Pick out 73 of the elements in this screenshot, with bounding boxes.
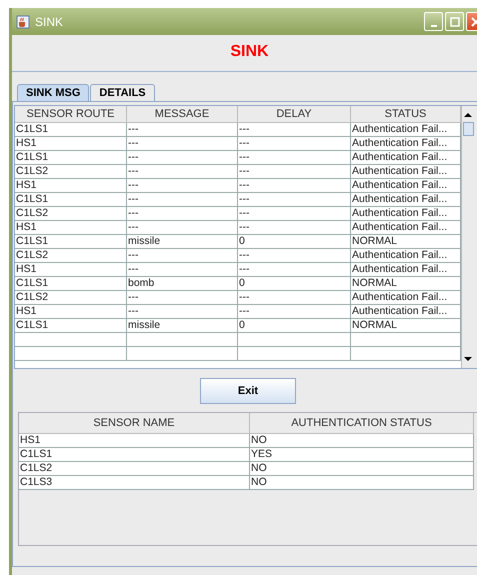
table-cell: ---: [127, 137, 238, 151]
tab[interactable]: SINK MSG: [17, 84, 90, 101]
table-cell: 0: [238, 319, 351, 333]
coffee-cup-icon: [16, 14, 30, 28]
table-cell: C1LS2: [19, 462, 250, 476]
table-cell: ---: [238, 165, 351, 179]
table-cell: C1LS2: [15, 165, 127, 179]
table-cell: ---: [238, 137, 351, 151]
table-cell: C1LS2: [15, 207, 127, 221]
table-cell: missile: [127, 235, 238, 249]
table-cell: ---: [127, 179, 238, 193]
table-cell: ---: [238, 221, 351, 235]
table-cell: 0: [238, 277, 351, 291]
column-header[interactable]: SENSOR NAME: [19, 413, 250, 434]
column-header[interactable]: DELAY: [238, 106, 351, 123]
table-cell: C1LS3: [19, 476, 250, 490]
table-cell: HS1: [19, 434, 250, 448]
maximize-button[interactable]: [445, 12, 464, 31]
column-header[interactable]: STATUS: [351, 106, 461, 123]
maximize-icon: [450, 16, 460, 26]
table-cell: C1LS2: [15, 291, 127, 305]
scroll-up-icon[interactable]: [464, 112, 472, 118]
window-title: SINK: [35, 14, 64, 28]
table-cell: HS1: [15, 263, 127, 277]
column-header[interactable]: SENSOR ROUTE: [15, 106, 127, 123]
table-cell: C1LS1: [19, 448, 250, 462]
scrollbar[interactable]: [461, 106, 474, 368]
exit-button[interactable]: Exit: [200, 378, 296, 404]
minimize-button[interactable]: [424, 12, 443, 31]
scroll-down-icon[interactable]: [464, 356, 472, 362]
scroll-thumb[interactable]: [462, 122, 474, 136]
table-cell: ---: [127, 305, 238, 319]
table-cell: 0: [238, 235, 351, 249]
table-cell: ---: [238, 291, 351, 305]
heading: SINK: [12, 35, 477, 72]
table-cell: C1LS1: [15, 151, 127, 165]
table-cell: bomb: [127, 277, 238, 291]
table-cell: ---: [127, 221, 238, 235]
table-cell: ---: [127, 249, 238, 263]
table-cell: ---: [127, 263, 238, 277]
table-cell: ---: [127, 207, 238, 221]
table-cell: HS1: [15, 221, 127, 235]
table-cell: C1LS1: [15, 123, 127, 137]
table-cell: HS1: [15, 305, 127, 319]
table-cell: C1LS1: [15, 193, 127, 207]
table-cell: ---: [127, 165, 238, 179]
table-cell: ---: [238, 207, 351, 221]
column-header[interactable]: AUTHENTICATION STATUS: [250, 413, 474, 434]
table-cell: ---: [238, 193, 351, 207]
table-cell: missile: [127, 319, 238, 333]
minimize-icon: [430, 24, 436, 26]
column-header[interactable]: MESSAGE: [127, 106, 238, 123]
table-cell: ---: [238, 305, 351, 319]
table-cell: YES: [250, 448, 474, 462]
table-cell: NO: [250, 476, 474, 490]
table-cell: C1LS1: [15, 235, 127, 249]
table-cell: ---: [127, 193, 238, 207]
table-cell: ---: [238, 263, 351, 277]
table-cell: C1LS1: [15, 319, 127, 333]
table-cell: C1LS2: [15, 249, 127, 263]
table-cell: ---: [127, 123, 238, 137]
table-cell: ---: [238, 123, 351, 137]
table-cell: NO: [250, 434, 474, 448]
table-cell: ---: [238, 151, 351, 165]
table-cell: HS1: [15, 137, 127, 151]
table-cell: NO: [250, 462, 474, 476]
table-cell: ---: [238, 179, 351, 193]
table-cell: ---: [127, 151, 238, 165]
table-cell: HS1: [15, 179, 127, 193]
table-cell: ---: [127, 291, 238, 305]
table-cell: ---: [238, 249, 351, 263]
tab[interactable]: DETAILS: [90, 84, 155, 101]
table-cell: C1LS1: [15, 277, 127, 291]
